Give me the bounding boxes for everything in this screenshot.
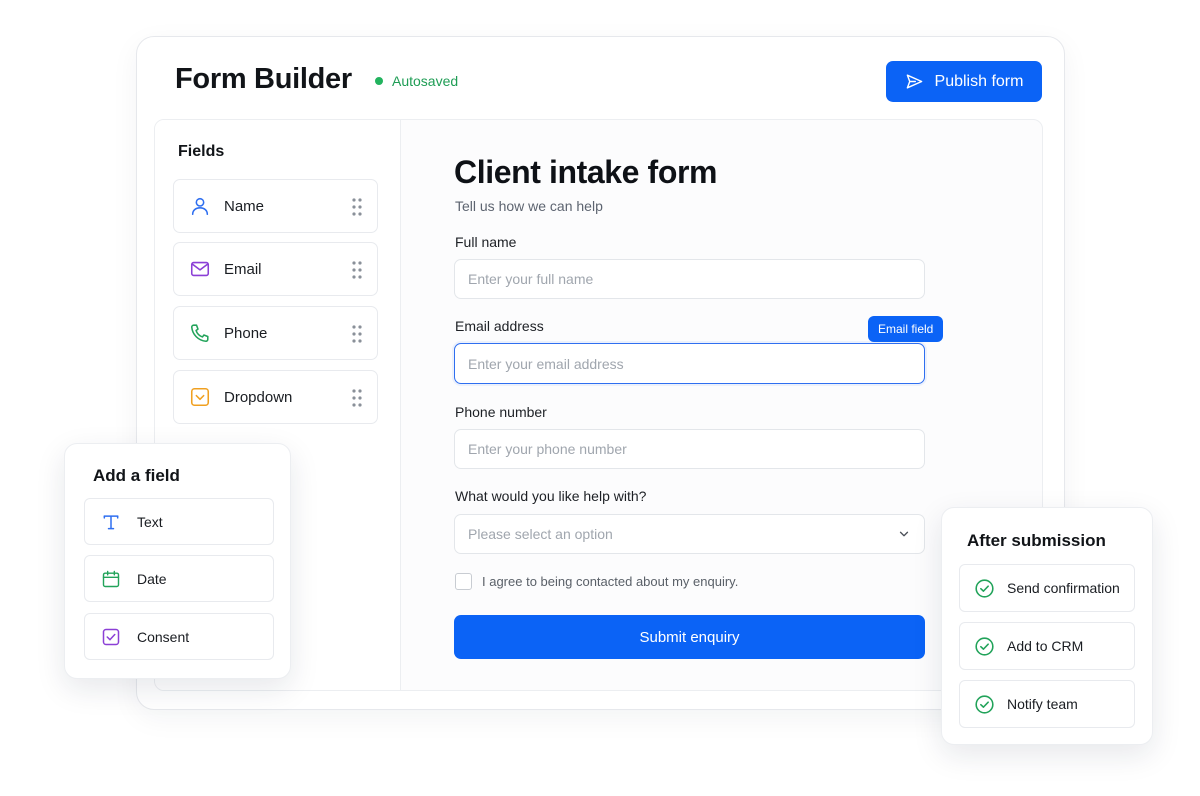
publish-form-button[interactable]: Publish form: [886, 61, 1042, 102]
email-address-label: Email address: [455, 318, 544, 334]
user-icon: [188, 194, 212, 218]
field-item-name[interactable]: Name: [173, 179, 378, 233]
action-send-confirmation[interactable]: Send confirmation: [959, 564, 1135, 612]
field-item-email[interactable]: Email: [173, 242, 378, 296]
add-field-date[interactable]: Date: [84, 555, 274, 602]
drag-handle-icon[interactable]: [351, 324, 363, 344]
phone-icon: [188, 321, 212, 345]
action-notify-team[interactable]: Notify team: [959, 680, 1135, 728]
add-field-card: Add a field Text Date Consent: [64, 443, 291, 679]
full-name-label: Full name: [455, 234, 517, 250]
form-subtitle: Tell us how we can help: [455, 198, 603, 214]
add-field-consent[interactable]: Consent: [84, 613, 274, 660]
mail-icon: [188, 257, 212, 281]
after-submission-title: After submission: [967, 531, 1106, 550]
help-topic-select[interactable]: Please select an option: [454, 514, 925, 554]
autosave-label: Autosaved: [392, 73, 459, 89]
fields-sidebar-title: Fields: [178, 143, 225, 160]
email-field-tag: Email field: [868, 316, 944, 342]
field-item-label: Dropdown: [224, 388, 293, 406]
chevron-down-icon: [899, 531, 909, 537]
drag-handle-icon[interactable]: [351, 388, 363, 408]
status-dot-icon: [375, 77, 383, 85]
submit-enquiry-button[interactable]: Submit enquiry: [454, 615, 925, 659]
full-name-input[interactable]: [454, 259, 925, 299]
autosave-status: Autosaved: [375, 73, 458, 89]
action-add-to-crm[interactable]: Add to CRM: [959, 622, 1135, 670]
calendar-icon: [100, 568, 122, 590]
action-label: Add to CRM: [1007, 638, 1084, 654]
help-topic-label: What would you like help with?: [455, 488, 647, 504]
consent-checkbox[interactable]: [455, 573, 472, 590]
check-circle-icon: [973, 693, 995, 715]
phone-number-input[interactable]: [454, 429, 925, 469]
help-topic-placeholder: Please select an option: [468, 526, 613, 542]
add-field-label: Date: [137, 570, 167, 587]
text-icon: [100, 511, 122, 533]
field-item-label: Name: [224, 197, 265, 215]
check-circle-icon: [973, 635, 995, 657]
add-field-text[interactable]: Text: [84, 498, 274, 545]
email-address-input[interactable]: [454, 343, 925, 384]
field-item-dropdown[interactable]: Dropdown: [173, 370, 378, 424]
dropdown-icon: [188, 385, 212, 409]
publish-form-label: Publish form: [934, 72, 1024, 90]
consent-text: I agree to being contacted about my enqu…: [482, 574, 739, 589]
send-icon: [906, 74, 922, 89]
action-label: Send confirmation: [1007, 580, 1120, 596]
drag-handle-icon[interactable]: [351, 260, 363, 280]
add-field-label: Consent: [137, 628, 190, 645]
field-item-label: Email: [224, 260, 262, 278]
after-submission-card: After submission Send confirmation Add t…: [941, 507, 1153, 745]
consent-row: I agree to being contacted about my enqu…: [455, 573, 738, 590]
add-field-title: Add a field: [93, 466, 180, 485]
form-title: Client intake form: [454, 154, 718, 190]
field-item-label: Phone: [224, 324, 268, 342]
phone-number-label: Phone number: [455, 404, 547, 420]
checkbox-icon: [100, 626, 122, 648]
action-label: Notify team: [1007, 696, 1078, 712]
check-circle-icon: [973, 577, 995, 599]
field-item-phone[interactable]: Phone: [173, 306, 378, 360]
drag-handle-icon[interactable]: [351, 197, 363, 217]
add-field-label: Text: [137, 513, 163, 530]
app-title: Form Builder: [175, 63, 352, 95]
